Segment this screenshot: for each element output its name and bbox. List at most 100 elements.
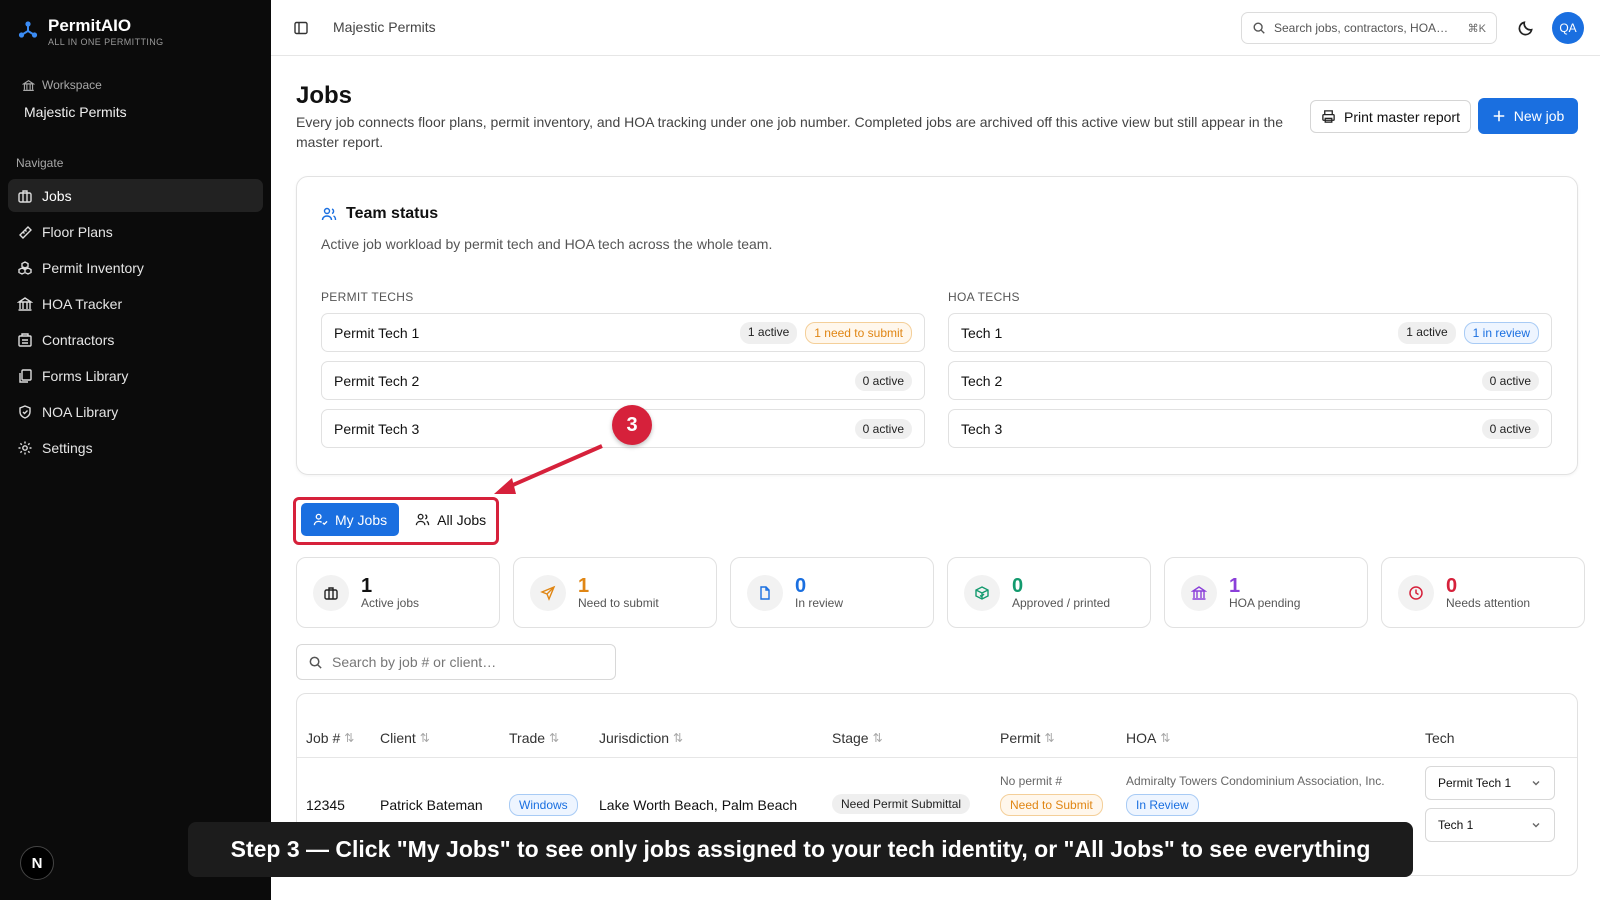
jurisdiction: Lake Worth Beach, Palm Beach	[599, 797, 798, 813]
sidebar-item-label: Floor Plans	[42, 223, 113, 240]
sidebar-item-label: Settings	[42, 439, 93, 456]
chevron-down-icon	[1532, 823, 1540, 828]
column-header-jurisdiction[interactable]: Jurisdiction ⇅	[599, 730, 683, 746]
column-header-label: Permit	[1000, 730, 1041, 746]
column-header-tech: Tech	[1425, 730, 1455, 746]
global-search-input[interactable]: Search jobs, contractors, HOA… ⌘K	[1241, 12, 1497, 44]
sidebar-item-label: Permit Inventory	[42, 259, 144, 276]
building-icon	[18, 332, 32, 347]
sort-icon: ⇅	[872, 731, 883, 745]
permit-tech-row: Permit Tech 2 0 active	[321, 361, 925, 400]
tech-name: Tech 2	[961, 372, 1003, 389]
print-master-report-button[interactable]: Print master report	[1310, 100, 1471, 133]
stat-card-active-jobs[interactable]: 1 Active jobs	[296, 557, 500, 628]
hoa-techs-label: HOA TECHS	[948, 290, 1020, 304]
permit-number: No permit #	[1000, 774, 1063, 788]
plus-icon	[1493, 110, 1504, 122]
stats-row: 1 Active jobs 1 Need to submit 0 In review …	[296, 557, 1585, 628]
stat-label: Active jobs	[361, 595, 420, 610]
chevron-down-icon	[1532, 781, 1540, 786]
sidebar-item-settings[interactable]: Settings	[8, 431, 263, 464]
stat-value: 0	[1012, 574, 1024, 597]
client-name: Patrick Bateman	[380, 797, 483, 813]
sidebar-item-label: HOA Tracker	[42, 295, 123, 312]
hoa-tech-select[interactable]: Tech 1	[1425, 808, 1555, 842]
stat-value: 1	[578, 574, 590, 597]
nav-list: Jobs Floor Plans Permit Inventory HOA Tr…	[8, 179, 263, 467]
sort-icon: ⇅	[1044, 731, 1055, 745]
column-header-label: Tech	[1425, 730, 1455, 746]
column-header-hoa[interactable]: HOA ⇅	[1126, 730, 1170, 746]
user-badge[interactable]: N	[20, 846, 54, 880]
users-icon	[321, 207, 337, 221]
sort-icon: ⇅	[549, 731, 560, 745]
active-count-badge: 0 active	[1481, 370, 1539, 391]
sidebar-item-hoa-tracker[interactable]: HOA Tracker	[8, 287, 263, 320]
brand-name: PermitAIO	[48, 16, 132, 35]
stat-value: 0	[1446, 574, 1458, 597]
column-header-label: Trade	[509, 730, 546, 746]
job-search-placeholder: Search by job # or client…	[332, 654, 497, 670]
hoa-tech-row: Tech 2 0 active	[948, 361, 1552, 400]
sidebar-toggle-icon[interactable]	[293, 20, 309, 36]
page-title: Jobs	[296, 82, 353, 109]
column-header-label: HOA	[1126, 730, 1157, 746]
column-header-permit[interactable]: Permit ⇅	[1000, 730, 1055, 746]
nav-label: Navigate	[16, 156, 64, 170]
stat-card-need-to-submit[interactable]: 1 Need to submit	[513, 557, 717, 628]
sidebar-item-permit-inventory[interactable]: Permit Inventory	[8, 251, 263, 284]
stat-card-approved[interactable]: 0 Approved / printed	[947, 557, 1151, 628]
sidebar-item-noa-library[interactable]: NOA Library	[8, 395, 263, 428]
workspace-name[interactable]: Majestic Permits	[24, 104, 127, 120]
permit-status-badge: Need to Submit	[1000, 794, 1103, 816]
sidebar-item-label: Jobs	[42, 187, 72, 204]
stage-badge: Need Permit Submittal	[832, 794, 971, 814]
stat-card-hoa-pending[interactable]: 1 HOA pending	[1164, 557, 1368, 628]
sidebar-item-jobs[interactable]: Jobs	[8, 179, 263, 212]
stat-label: HOA pending	[1229, 595, 1301, 610]
send-icon	[540, 585, 556, 601]
stat-value: 1	[1229, 574, 1241, 597]
column-header-stage[interactable]: Stage ⇅	[832, 730, 883, 746]
stat-label: Needs attention	[1446, 595, 1531, 610]
step-number-badge: 3	[612, 405, 652, 445]
team-status-title: Team status	[346, 205, 439, 222]
new-job-button[interactable]: New job	[1478, 98, 1578, 134]
stat-card-needs-attention[interactable]: 0 Needs attention	[1381, 557, 1585, 628]
column-header-job[interactable]: Job # ⇅	[306, 730, 354, 746]
active-count-badge: 0 active	[854, 370, 912, 391]
permit-tech-select[interactable]: Permit Tech 1	[1425, 766, 1555, 800]
hoa-status-badge: In Review	[1126, 794, 1199, 816]
active-count-badge: 0 active	[854, 418, 912, 439]
hoa-tech-row: Tech 1 1 active 1 in review	[948, 313, 1552, 352]
column-header-client[interactable]: Client ⇅	[380, 730, 430, 746]
stat-card-in-review[interactable]: 0 In review	[730, 557, 934, 628]
tech-name: Permit Tech 3	[334, 420, 420, 437]
page-description: Every job connects floor plans, permit i…	[296, 114, 1284, 150]
tutorial-caption: Step 3 — Click "My Jobs" to see only job…	[188, 822, 1413, 877]
landmark-icon	[22, 79, 35, 91]
print-button-label: Print master report	[1344, 108, 1460, 125]
sidebar-item-contractors[interactable]: Contractors	[8, 323, 263, 356]
breadcrumb[interactable]: Majestic Permits	[333, 19, 436, 35]
sidebar-item-floor-plans[interactable]: Floor Plans	[8, 215, 263, 248]
column-header-trade[interactable]: Trade ⇅	[509, 730, 559, 746]
column-header-label: Client	[380, 730, 416, 746]
team-status-card: Team status Active job workload by permi…	[296, 176, 1578, 475]
brand[interactable]: PermitAIO ALL IN ONE PERMITTING	[18, 16, 164, 47]
moon-icon[interactable]	[1517, 19, 1535, 37]
job-search-input[interactable]: Search by job # or client…	[296, 644, 616, 680]
sidebar-item-forms-library[interactable]: Forms Library	[8, 359, 263, 392]
column-header-label: Stage	[832, 730, 869, 746]
hoa-tech-value: Tech 1	[1438, 818, 1474, 832]
avatar[interactable]: QA	[1552, 12, 1584, 44]
search-shortcut: ⌘K	[1467, 22, 1486, 35]
gear-icon	[18, 441, 32, 454]
sort-icon: ⇅	[1160, 731, 1171, 745]
job-number[interactable]: 12345	[306, 797, 345, 813]
sidebar-item-label: NOA Library	[42, 403, 119, 420]
stat-value: 1	[361, 574, 373, 597]
highlight-box	[293, 497, 499, 545]
trade-badge: Windows	[509, 794, 578, 816]
permit-techs-label: PERMIT TECHS	[321, 290, 414, 304]
